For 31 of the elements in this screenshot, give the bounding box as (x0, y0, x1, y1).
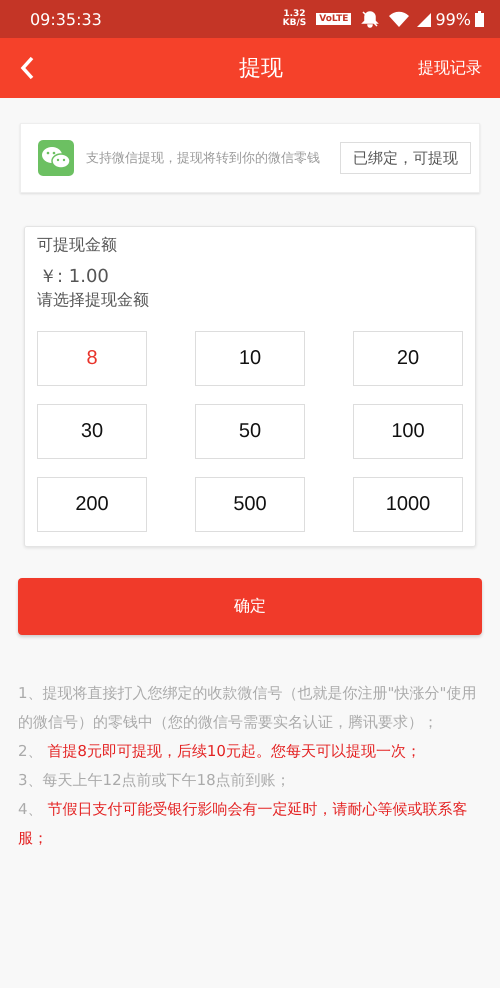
note-text: 3、每天上午12点前或下午18点前到账； (18, 770, 292, 791)
confirm-button[interactable]: 确定 (18, 578, 482, 635)
wechat-description: 支持微信提现，提现将转到你的微信零钱 (86, 150, 321, 166)
clock: 09:35:33 (30, 10, 103, 28)
note-text: 1、提现将直接打入您绑定的收款微信号（也就是你注册"快涨分"使用的微信号）的零钱中（您的微信号需要实名认证，腾讯要求）； (18, 683, 478, 733)
signal-icon (415, 11, 432, 27)
chat-bubbles-icon (38, 140, 74, 176)
muted-bell-icon (361, 10, 380, 28)
balance-amount: ￥: 1.00 (39, 265, 110, 288)
amount-prompt: 请选择提现金额 (37, 290, 150, 311)
amount-option[interactable]: 500 (195, 477, 305, 532)
wifi-icon (389, 11, 410, 27)
battery-icon (475, 11, 484, 27)
network-speed: 1.32 KB/S (282, 10, 306, 28)
amount-option[interactable]: 50 (195, 404, 305, 459)
page-title: 提现 (239, 55, 283, 83)
bound-status-button[interactable]: 已绑定，可提现 (340, 142, 471, 174)
history-link[interactable]: 提现记录 (418, 58, 482, 78)
battery-percent: 99% (435, 10, 471, 28)
balance-label: 可提现金额 (37, 235, 118, 256)
amount-option[interactable]: 1000 (353, 477, 463, 532)
amount-option[interactable]: 8 (37, 331, 147, 386)
amount-option[interactable]: 200 (37, 477, 147, 532)
note-text: 2、 首提8元即可提现，后续10元起。您每天可以提现一次； (18, 741, 422, 762)
volte-indicator: VoLTE (316, 13, 352, 25)
amount-option[interactable]: 20 (353, 331, 463, 386)
amount-option[interactable]: 10 (195, 331, 305, 386)
amount-option[interactable]: 100 (353, 404, 463, 459)
back-icon (20, 56, 34, 80)
amount-option[interactable]: 30 (37, 404, 147, 459)
note-text: 4、 节假日支付可能受银行影响会有一定延时，请耐心等候或联系客服； (18, 799, 468, 849)
